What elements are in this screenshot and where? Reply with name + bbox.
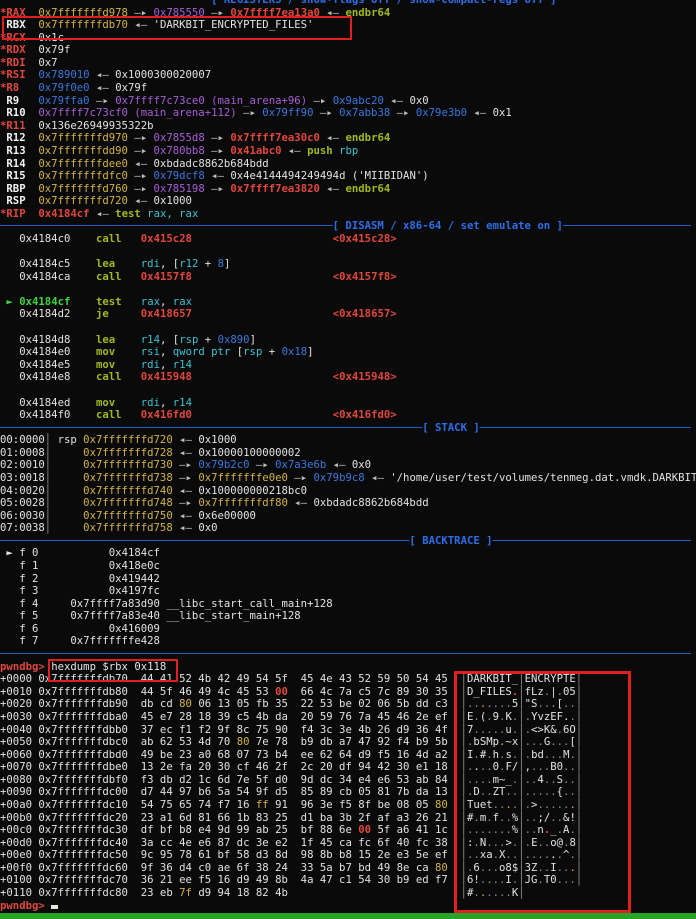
- register-row-rbx: RBX 0x7fffffffdb70 ◂— 'DARKBIT_ENCRYPTED…: [0, 19, 696, 32]
- pwndbg-terminal[interactable]: ─────────────────────────────────[ REGIS…: [0, 0, 696, 919]
- disasm-row: 0x4184ca call 0x4157f8 <0x4157f8>: [0, 271, 696, 284]
- prompt-input-line[interactable]: pwndbg>: [0, 900, 696, 913]
- disasm-row: 0x4184e8 call 0x415948 <0x415948>: [0, 371, 696, 384]
- hexdump-row: +0110 0x7fffffffdc80 23 eb 7f d9 94 18 8…: [0, 887, 696, 900]
- terminal-cursor: [51, 905, 58, 909]
- status-bar: [0, 913, 696, 919]
- register-row-rdx: *RDX 0x79f: [0, 44, 696, 57]
- disasm-row: 0x4184c0 call 0x415c28 <0x415c28>: [0, 233, 696, 246]
- terminal-lines: ─────────────────────────────────[ REGIS…: [0, 0, 696, 912]
- register-row-rcx: *RCX 0x1c: [0, 32, 696, 45]
- disasm-row: 0x4184d2 je 0x418657 <0x418657>: [0, 308, 696, 321]
